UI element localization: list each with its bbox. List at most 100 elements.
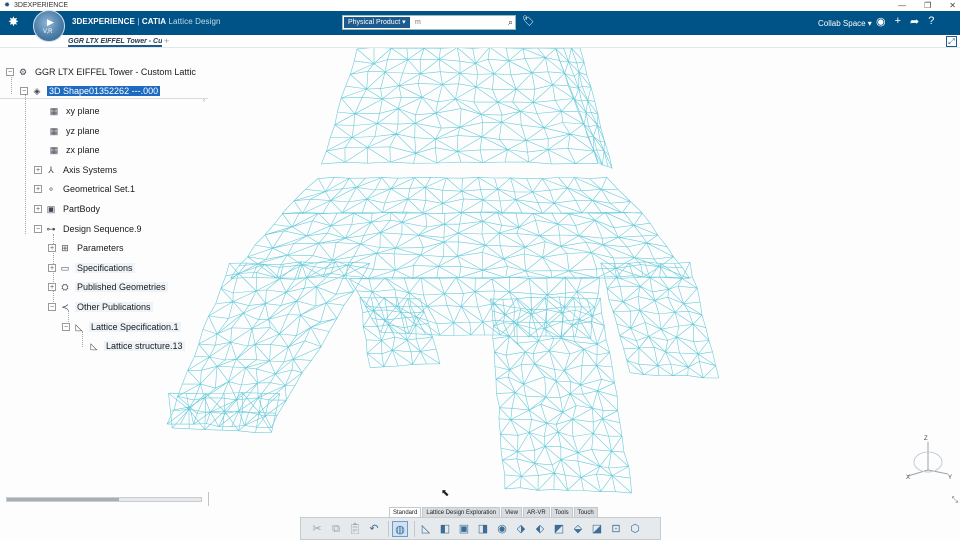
axis-triad-graphic: Z X Y (906, 436, 952, 481)
cube-lattice-icon[interactable]: ▣ (456, 521, 472, 537)
x-axis-label: X (906, 475, 910, 480)
collapse-toggle[interactable]: − (20, 87, 28, 95)
minimize-button[interactable]: — (898, 0, 906, 11)
tree-item-specifications[interactable]: + ▭ Specifications (48, 261, 135, 275)
action-bar: ✂ ⧉ 📋︎ ↶ ◍ ◺ ◧ ▣ ◨ ◉ ⬗ ⬖ ◩ ⬙ ◪ ⊡ ⬡ (300, 517, 661, 540)
tree-item-geometrical-set[interactable]: + ⚬ Geometrical Set.1 (34, 182, 137, 196)
join-icon[interactable]: ⊡ (608, 521, 624, 537)
tree-item-label: xy plane (66, 106, 100, 116)
tab-view[interactable]: View (501, 507, 522, 517)
shell-lattice-icon[interactable]: ◨ (475, 521, 491, 537)
collapse-toggle[interactable]: − (48, 303, 56, 311)
collapse-toggle[interactable]: − (62, 323, 70, 331)
lattice-structure-icon: ◺ (90, 341, 98, 351)
restore-button[interactable]: ❐ (924, 0, 931, 11)
pane-splitter[interactable] (208, 492, 209, 506)
search-input[interactable] (415, 17, 495, 28)
tab-tools[interactable]: Tools (550, 507, 573, 517)
os-window-title: 3DEXPERIENCE (14, 2, 69, 9)
tree-item-root[interactable]: − ⚙ GGR LTX EIFFEL Tower - Custom Lattic (6, 65, 198, 79)
user-icon[interactable]: ◉ (876, 15, 886, 28)
expand-icon[interactable]: ⤢ (946, 36, 957, 47)
tree-item-partbody[interactable]: + ▣ PartBody (34, 202, 102, 216)
undo-icon[interactable]: ↶ (366, 521, 382, 537)
expand-toggle[interactable]: + (34, 185, 42, 193)
tree-item-label: Parameters (77, 243, 124, 253)
publication-branch-icon: ≺ (61, 302, 69, 312)
os-title-bar: ✸ 3DEXPERIENCE — ❐ ✕ (0, 0, 960, 11)
lattice-spec-icon: ◺ (75, 322, 83, 332)
resize-grip-icon[interactable]: ⤡ (952, 495, 958, 505)
share-icon[interactable]: ➦ (910, 15, 919, 28)
box-lattice-icon[interactable]: ◧ (437, 521, 453, 537)
tree-item-3d-shape[interactable]: − ◈ 3D Shape01352262 ---.000 (20, 84, 161, 98)
y-axis-label: Y (948, 475, 952, 480)
body-icon: ▣ (46, 204, 56, 214)
surface-lattice-icon[interactable]: ⬖ (532, 521, 548, 537)
workbench-tabs: Standard Lattice Design Exploration View… (389, 507, 599, 517)
lattice-tool-icon[interactable]: ◍ (392, 520, 408, 537)
collapse-toggle[interactable]: − (6, 68, 14, 76)
expand-toggle[interactable]: + (48, 283, 56, 291)
tree-item-label: zx plane (66, 145, 100, 155)
add-tab-icon[interactable]: + (164, 35, 169, 47)
expand-toggle[interactable]: + (48, 244, 56, 252)
expand-toggle[interactable]: + (34, 205, 42, 213)
tab-standard[interactable]: Standard (389, 507, 422, 517)
compass-button[interactable]: ▶ V,R (33, 10, 65, 42)
tab-ar-vr[interactable]: AR-VR (522, 507, 550, 517)
tree-item-label: 3D Shape01352262 ---.000 (47, 86, 161, 96)
tab-touch[interactable]: Touch (573, 507, 598, 517)
search-box[interactable]: Physical Product ▾ ⌕ (342, 15, 516, 30)
solid-icon[interactable]: ⬡ (627, 521, 643, 537)
play-icon: ▶ (47, 17, 54, 27)
add-icon[interactable]: + (895, 15, 901, 28)
tree-item-yz-plane[interactable]: ▦ yz plane (48, 124, 102, 138)
search-icon[interactable]: ⌕ (508, 16, 513, 29)
search-scope-dropdown[interactable]: Physical Product ▾ (344, 17, 410, 28)
cut-icon[interactable]: ✂ (309, 521, 325, 537)
tree-item-zx-plane[interactable]: ▦ zx plane (48, 143, 102, 157)
ds-brand-icon[interactable]: ✸ (8, 14, 19, 30)
tree-item-label: Specifications (75, 263, 135, 273)
analysis-icon[interactable]: ⬙ (570, 521, 586, 537)
tag-icon[interactable]: 🏷︎ (522, 16, 535, 27)
specification-tree: ‹ − ⚙ GGR LTX EIFFEL Tower - Custom Latt… (0, 48, 210, 510)
close-button[interactable]: ✕ (949, 0, 956, 11)
tree-item-label: Geometrical Set.1 (63, 184, 136, 194)
collapse-toggle[interactable]: − (34, 225, 42, 233)
tree-item-parameters[interactable]: + ⊞ Parameters (48, 241, 126, 255)
tree-item-label: Other Publications (75, 302, 153, 312)
tree-item-lattice-structure[interactable]: ◺ Lattice structure.13 (88, 339, 185, 353)
tree-item-xy-plane[interactable]: ▦ xy plane (48, 104, 102, 118)
copy-icon[interactable]: ⧉ (328, 521, 344, 537)
tessellation-icon[interactable]: ◪ (589, 521, 605, 537)
tree-item-axis-systems[interactable]: + ⅄ Axis Systems (34, 163, 119, 177)
plane-icon: ▦ (49, 126, 59, 136)
extract-icon[interactable]: ◩ (551, 521, 567, 537)
expand-toggle[interactable]: + (48, 264, 56, 272)
part-icon: ◈ (33, 86, 41, 96)
tree-item-label: Lattice structure.13 (104, 341, 185, 351)
help-icon[interactable]: ? (928, 15, 934, 28)
expand-toggle[interactable]: + (34, 166, 42, 174)
conformal-lattice-icon[interactable]: ⬗ (513, 521, 529, 537)
lattice-specification-icon[interactable]: ◺ (418, 521, 434, 537)
tree-item-design-sequence[interactable]: − ⊶ Design Sequence.9 (34, 222, 144, 236)
app-title: 3DEXPERIENCE | CATIA Lattice Design (72, 17, 221, 26)
tree-item-published-geometries[interactable]: + ⛭ Published Geometries (48, 280, 168, 294)
tab-lattice-design-exploration[interactable]: Lattice Design Exploration (422, 507, 501, 517)
specifications-icon: ▭ (60, 263, 70, 273)
tree-item-other-publications[interactable]: − ≺ Other Publications (48, 300, 153, 314)
paste-icon[interactable]: 📋︎ (347, 521, 363, 537)
tab-active-document[interactable]: GGR LTX EIFFEL Tower - Cu (68, 36, 162, 47)
separator (414, 520, 415, 537)
tree-item-lattice-specification[interactable]: − ◺ Lattice Specification.1 (62, 320, 181, 334)
axis-triad[interactable]: Z X Y (900, 432, 954, 481)
collab-space-dropdown[interactable]: Collab Space ▾ (818, 19, 872, 28)
separator (388, 520, 389, 537)
gyroid-icon[interactable]: ◉ (494, 521, 510, 537)
tree-horizontal-scrollbar[interactable] (6, 497, 202, 502)
scrollbar-thumb[interactable] (7, 498, 119, 501)
z-axis-label: Z (924, 436, 928, 442)
